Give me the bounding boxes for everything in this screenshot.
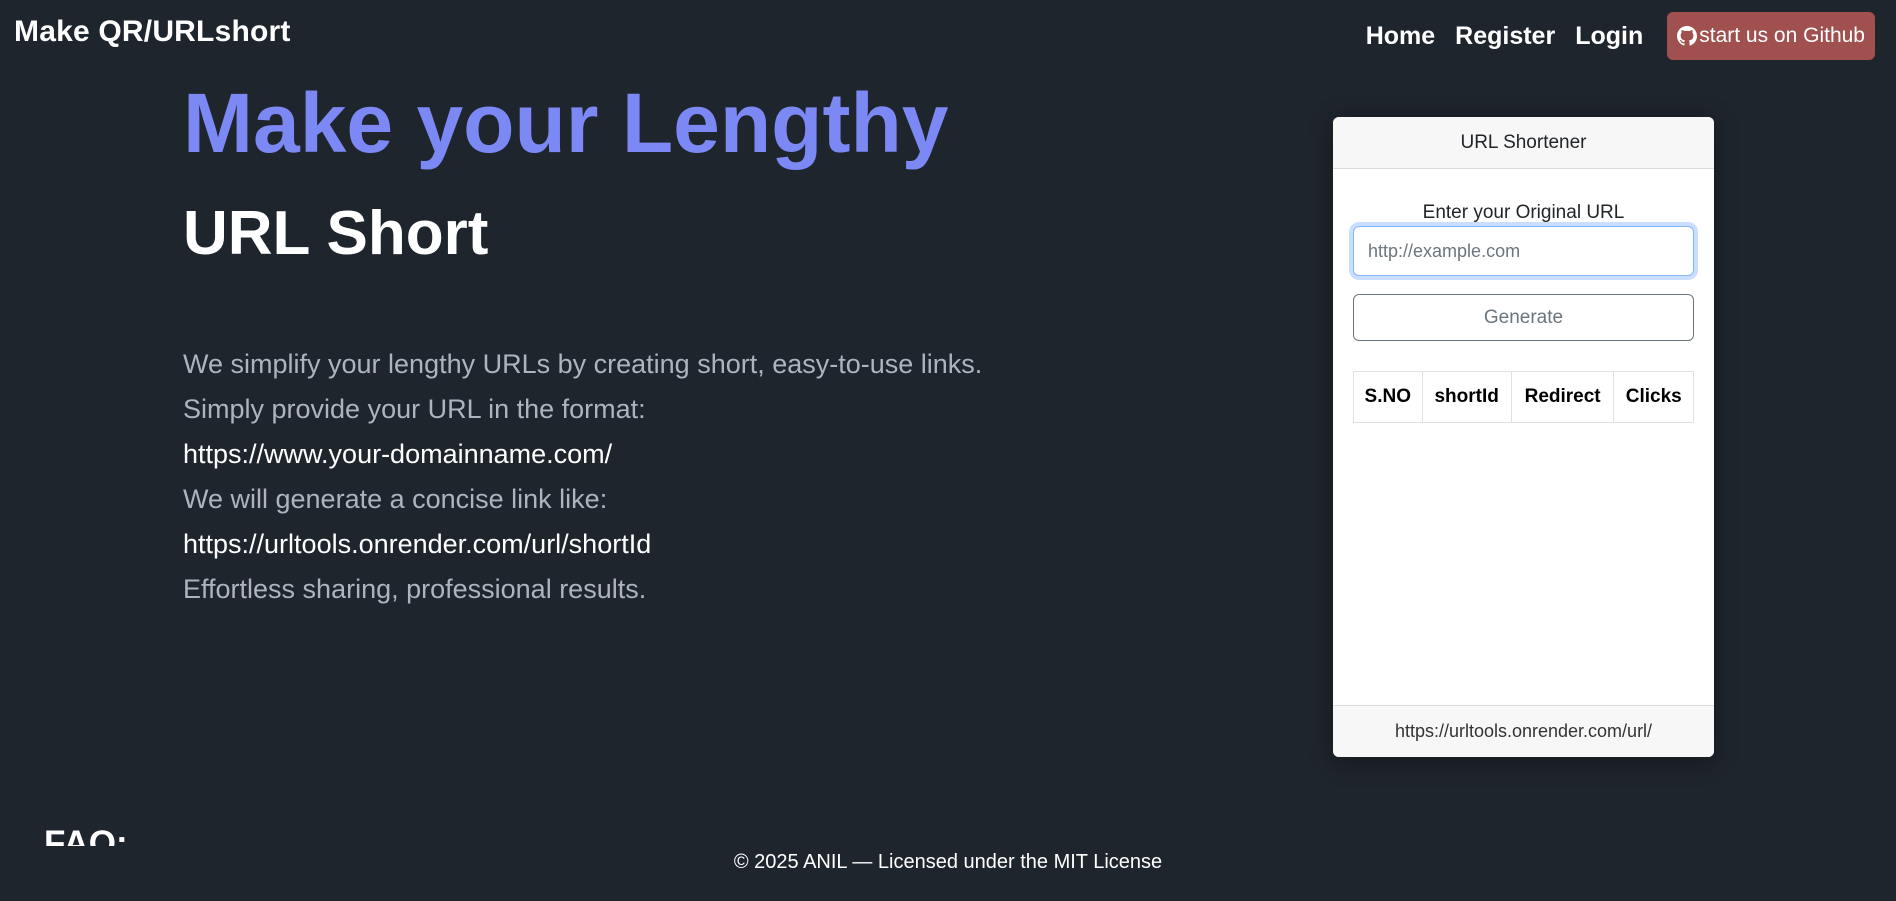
card-footer: https://urltools.onrender.com/url/: [1333, 705, 1714, 757]
url-shortener-card: URL Shortener Enter your Original URL Ge…: [1333, 117, 1714, 757]
nav-link-login[interactable]: Login: [1575, 22, 1643, 51]
github-button[interactable]: start us on Github: [1667, 12, 1875, 60]
github-button-label: start us on Github: [1699, 24, 1865, 47]
example-input-url: https://www.your-domainname.com/: [183, 439, 613, 469]
description-block: We simplify your lengthy URLs by creatin…: [183, 342, 982, 612]
description-line-3: We will generate a concise link like:: [183, 484, 608, 514]
description-line-4: Effortless sharing, professional results…: [183, 574, 647, 604]
nav-link-home[interactable]: Home: [1366, 22, 1435, 51]
brand-logo-text[interactable]: Make QR/URLshort: [14, 15, 291, 49]
page-footer: © 2025 ANIL — Licensed under the MIT Lic…: [733, 851, 1163, 873]
column-header-shortid: shortId: [1421, 371, 1512, 423]
nav-link-register[interactable]: Register: [1455, 22, 1555, 51]
top-nav: Home Register Login start us on Github: [1366, 12, 1875, 60]
original-url-input[interactable]: [1353, 226, 1694, 276]
faq-heading: FAQ:: [44, 824, 128, 846]
description-line-2: Simply provide your URL in the format:: [183, 394, 646, 424]
column-header-clicks: Clicks: [1613, 371, 1694, 423]
example-output-url: https://urltools.onrender.com/url/shortI…: [183, 529, 652, 559]
table-header-row: S.NO shortId Redirect Clicks: [1353, 371, 1694, 423]
github-icon: [1677, 26, 1698, 46]
generate-button[interactable]: Generate: [1353, 294, 1694, 341]
hero-subtitle: URL Short: [183, 199, 489, 268]
original-url-label: Enter your Original URL: [1422, 202, 1625, 223]
hero-title: Make your Lengthy: [183, 76, 949, 170]
column-header-redirect: Redirect: [1510, 371, 1615, 423]
description-line-1: We simplify your lengthy URLs by creatin…: [183, 349, 983, 379]
card-body: Enter your Original URL Generate S.NO sh…: [1333, 202, 1714, 423]
column-header-sno: S.NO: [1353, 371, 1423, 423]
url-table: S.NO shortId Redirect Clicks: [1353, 371, 1694, 423]
card-header: URL Shortener: [1333, 117, 1714, 169]
